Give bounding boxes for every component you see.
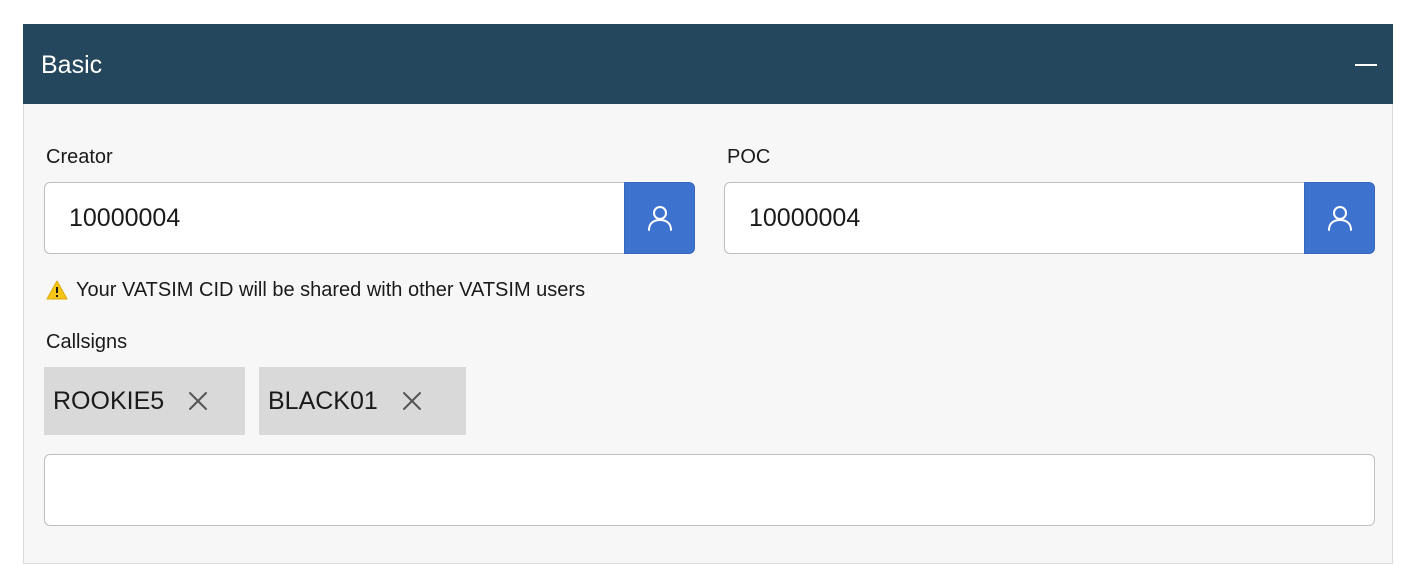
collapse-button[interactable] [1353, 50, 1381, 78]
cid-warning: Your VATSIM CID will be shared with othe… [46, 278, 585, 302]
callsign-chip: ROOKIE5 [44, 367, 245, 435]
panel-header: Basic [23, 24, 1393, 104]
callsigns-label: Callsigns [46, 331, 128, 353]
remove-callsign-icon[interactable] [186, 389, 210, 413]
callsign-chip: BLACK01 [259, 367, 466, 435]
creator-input[interactable] [44, 182, 624, 254]
creator-label: Creator [46, 146, 113, 168]
warning-icon [46, 280, 68, 300]
creator-input-group [44, 182, 695, 254]
basic-panel: Basic Creator POC Your VATSIM CI [23, 24, 1393, 564]
creator-user-lookup-button[interactable] [624, 182, 695, 254]
user-icon [1327, 206, 1352, 231]
remove-callsign-icon[interactable] [400, 389, 424, 413]
callsign-chip-label: BLACK01 [268, 386, 378, 415]
panel-title: Basic [41, 51, 103, 79]
poc-input[interactable] [724, 182, 1304, 254]
callsign-input[interactable] [44, 454, 1375, 526]
poc-label: POC [727, 146, 771, 168]
poc-input-group [724, 182, 1375, 254]
user-icon [647, 206, 672, 231]
warning-text: Your VATSIM CID will be shared with othe… [76, 279, 586, 301]
callsign-chip-label: ROOKIE5 [53, 386, 165, 415]
poc-user-lookup-button[interactable] [1304, 182, 1375, 254]
